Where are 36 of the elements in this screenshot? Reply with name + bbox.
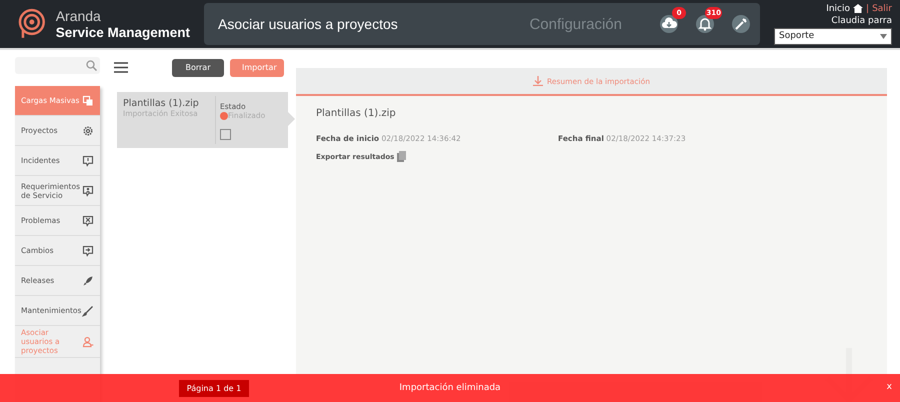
home-icon [853,4,864,13]
delete-button[interactable]: Borrar [172,58,224,76]
logo-icon [18,8,46,40]
user-icon [82,336,94,348]
brand-name: Aranda [56,8,102,24]
person-icon [82,184,94,196]
pagination-label: Página 1 de 1 [178,380,250,397]
wand-icon[interactable] [732,15,750,33]
page-title: Asociar usuarios a proyectos [218,16,399,32]
product-name: Service Management [56,24,190,40]
detail-file-name: Plantillas (1).zip [316,108,397,119]
alert-icon [82,154,94,166]
cross-icon [82,214,94,226]
gear-icon [82,124,94,136]
section-label: Configuración [529,16,622,32]
checkbox[interactable] [220,129,231,140]
logout-link[interactable]: Salir [872,4,892,14]
search-field[interactable] [15,57,100,74]
close-button[interactable]: x [886,382,892,392]
role-select[interactable]: Soporte [774,28,892,44]
search-icon [86,60,97,71]
document-icon[interactable] [397,151,406,162]
notification-message: Importación eliminada [399,383,501,393]
brush-icon [82,304,94,316]
download-icon [533,76,544,86]
cloud-download-icon[interactable] [660,15,678,33]
home-link[interactable]: Inicio [826,4,850,14]
file-name: Plantillas (1).zip [123,98,200,109]
separator: | [866,4,870,14]
status-dot [220,112,228,120]
user-name: Claudia parra [831,16,892,26]
enter-icon [82,244,94,256]
caret-icon [880,34,887,38]
copy-icon [82,94,94,106]
menu-icon[interactable] [114,62,128,73]
bell-icon[interactable] [696,15,714,33]
